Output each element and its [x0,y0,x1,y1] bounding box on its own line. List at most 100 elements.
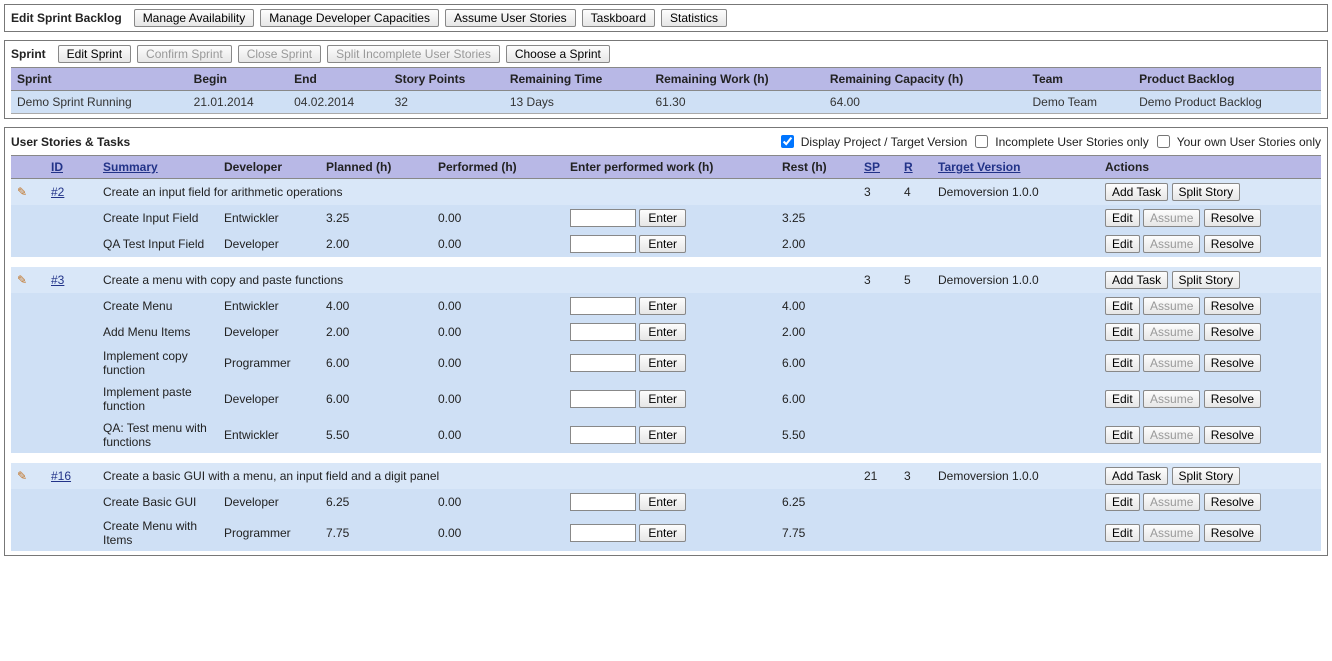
choose-sprint-button[interactable]: Choose a Sprint [506,45,610,63]
enter-button[interactable]: Enter [639,323,686,341]
task-rest: 6.25 [776,489,858,515]
performed-work-input[interactable] [570,323,636,341]
split-story-button[interactable]: Split Story [1172,271,1241,289]
edit-button[interactable]: Edit [1105,390,1140,408]
col-sp[interactable]: SP [858,156,898,179]
resolve-button[interactable]: Resolve [1204,209,1261,227]
incomplete-only-checkbox[interactable] [975,135,988,148]
pencil-icon[interactable]: ✎ [17,185,27,199]
story-row: ✎#3Create a menu with copy and paste fun… [11,267,1321,293]
assume-user-stories-button[interactable]: Assume User Stories [445,9,576,27]
task-planned: 2.00 [320,319,432,345]
col-developer: Developer [218,156,320,179]
performed-work-input[interactable] [570,209,636,227]
resolve-button[interactable]: Resolve [1204,390,1261,408]
task-developer: Developer [218,381,320,417]
task-performed: 0.00 [432,345,564,381]
resolve-button[interactable]: Resolve [1204,297,1261,315]
story-id-link[interactable]: #3 [51,273,64,287]
close-sprint-button: Close Sprint [238,45,321,63]
performed-work-input[interactable] [570,390,636,408]
story-sp: 3 [858,267,898,293]
manage-availability-button[interactable]: Manage Availability [134,9,255,27]
split-story-button[interactable]: Split Story [1172,183,1241,201]
resolve-button[interactable]: Resolve [1204,493,1261,511]
task-performed: 0.00 [432,381,564,417]
col-product-backlog: Product Backlog [1133,68,1321,91]
task-developer: Programmer [218,345,320,381]
resolve-button[interactable]: Resolve [1204,426,1261,444]
edit-button[interactable]: Edit [1105,426,1140,444]
assume-button: Assume [1143,235,1200,253]
edit-button[interactable]: Edit [1105,297,1140,315]
resolve-button[interactable]: Resolve [1204,323,1261,341]
resolve-button[interactable]: Resolve [1204,235,1261,253]
split-story-button[interactable]: Split Story [1172,467,1241,485]
enter-button[interactable]: Enter [639,354,686,372]
col-r[interactable]: R [898,156,932,179]
col-summary[interactable]: Summary [97,156,218,179]
story-id-link[interactable]: #2 [51,185,64,199]
task-performed: 0.00 [432,489,564,515]
enter-button[interactable]: Enter [639,297,686,315]
edit-button[interactable]: Edit [1105,235,1140,253]
manage-developer-capacities-button[interactable]: Manage Developer Capacities [260,9,439,27]
taskboard-button[interactable]: Taskboard [582,9,655,27]
performed-work-input[interactable] [570,426,636,444]
story-id-link[interactable]: #16 [51,469,71,483]
enter-button[interactable]: Enter [639,209,686,227]
display-project-checkbox[interactable] [781,135,794,148]
task-rest: 7.75 [776,515,858,551]
enter-button[interactable]: Enter [639,390,686,408]
edit-button[interactable]: Edit [1105,354,1140,372]
col-id[interactable]: ID [45,156,97,179]
story-summary: Create an input field for arithmetic ope… [97,179,858,206]
performed-work-input[interactable] [570,493,636,511]
assume-button: Assume [1143,493,1200,511]
task-developer: Developer [218,319,320,345]
col-remaining-capacity: Remaining Capacity (h) [824,68,1027,91]
performed-work-input[interactable] [570,524,636,542]
edit-button[interactable]: Edit [1105,493,1140,511]
sprint-remwork: 61.30 [649,91,823,114]
enter-button[interactable]: Enter [639,493,686,511]
task-performed: 0.00 [432,515,564,551]
add-task-button[interactable]: Add Task [1105,467,1168,485]
own-only-checkbox[interactable] [1157,135,1170,148]
col-target-version[interactable]: Target Version [932,156,1099,179]
statistics-button[interactable]: Statistics [661,9,727,27]
enter-button[interactable]: Enter [639,235,686,253]
task-planned: 4.00 [320,293,432,319]
performed-work-input[interactable] [570,235,636,253]
enter-button[interactable]: Enter [639,426,686,444]
task-row: Create Input FieldEntwickler3.250.00 Ent… [11,205,1321,231]
task-summary: Create Menu [97,293,218,319]
add-task-button[interactable]: Add Task [1105,271,1168,289]
resolve-button[interactable]: Resolve [1204,354,1261,372]
resolve-button[interactable]: Resolve [1204,524,1261,542]
add-task-button[interactable]: Add Task [1105,183,1168,201]
task-rest: 6.00 [776,345,858,381]
task-rest: 3.25 [776,205,858,231]
task-developer: Developer [218,231,320,257]
task-performed: 0.00 [432,231,564,257]
task-row: Add Menu ItemsDeveloper2.000.00 Enter2.0… [11,319,1321,345]
col-storypoints: Story Points [389,68,504,91]
edit-button[interactable]: Edit [1105,209,1140,227]
edit-button[interactable]: Edit [1105,524,1140,542]
performed-work-input[interactable] [570,297,636,315]
task-row: QA: Test menu with functionsEntwickler5.… [11,417,1321,453]
performed-work-input[interactable] [570,354,636,372]
sprint-panel-title: Sprint [11,47,46,61]
pencil-icon[interactable]: ✎ [17,273,27,287]
story-sp: 3 [858,179,898,206]
sprint-info-table: Sprint Begin End Story Points Remaining … [11,67,1321,114]
edit-button[interactable]: Edit [1105,323,1140,341]
task-planned: 6.00 [320,345,432,381]
edit-sprint-button[interactable]: Edit Sprint [58,45,131,63]
story-sp: 21 [858,463,898,489]
col-rest: Rest (h) [776,156,858,179]
pencil-icon[interactable]: ✎ [17,469,27,483]
enter-button[interactable]: Enter [639,524,686,542]
task-row: QA Test Input FieldDeveloper2.000.00 Ent… [11,231,1321,257]
